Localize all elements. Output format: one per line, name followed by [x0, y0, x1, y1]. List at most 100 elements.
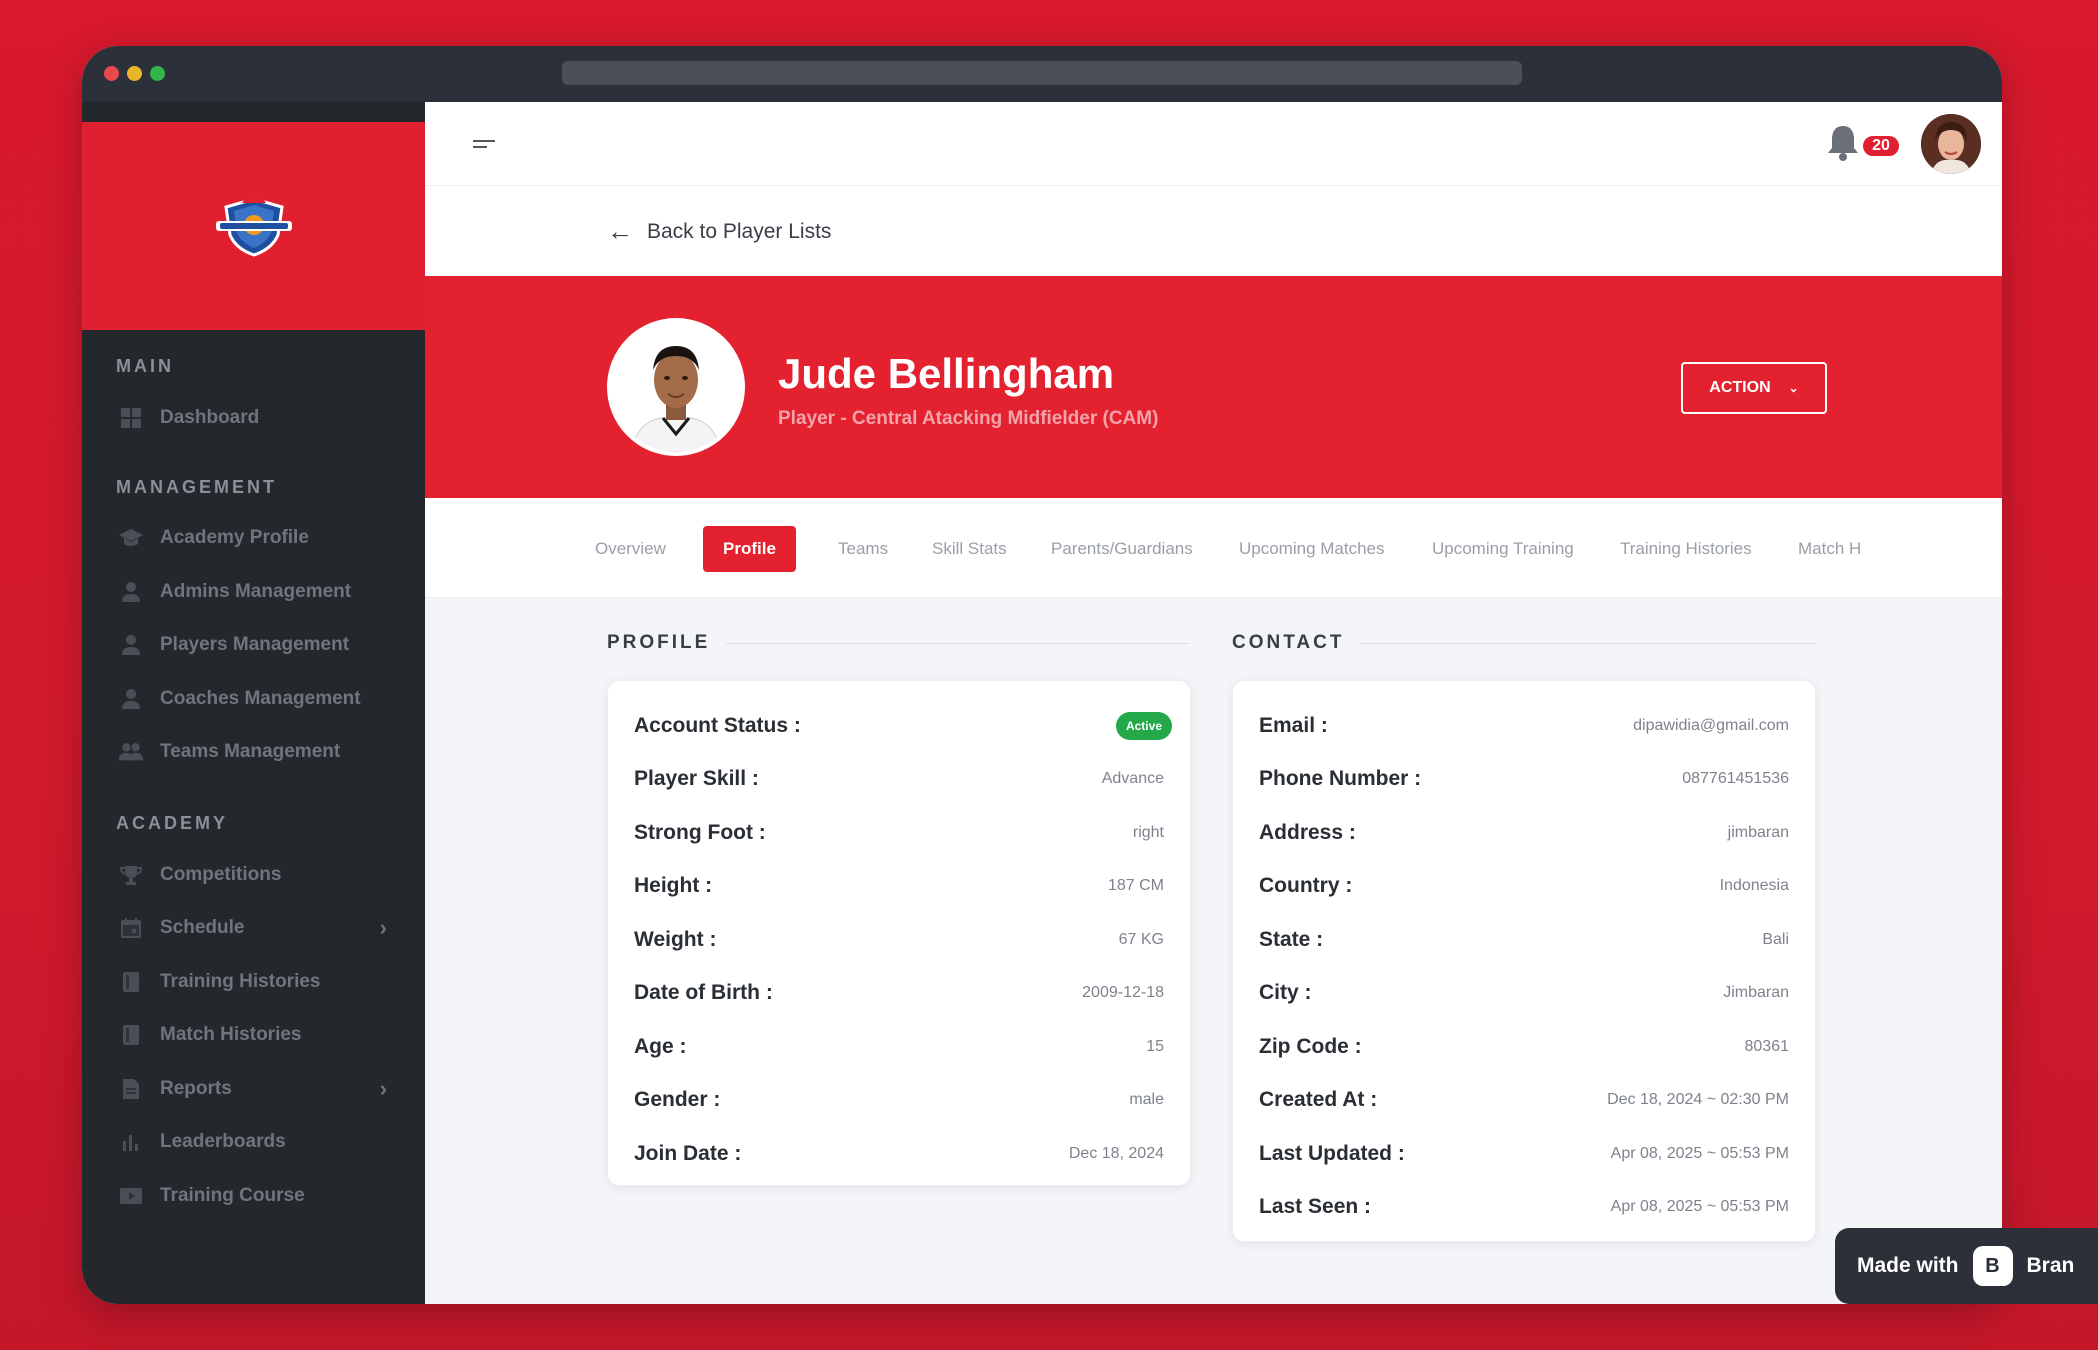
contact-title-text: CONTACT [1232, 632, 1345, 653]
made-with-label: Made with [1857, 1254, 1959, 1277]
nav-section-academy: ACADEMY [116, 813, 229, 833]
maximize-window-dot[interactable] [150, 66, 165, 81]
row-label: Email : [1259, 713, 1328, 737]
tab-match-histories[interactable]: Match H [1778, 526, 1884, 572]
row-value: male [1129, 1091, 1164, 1109]
row-label: Gender : [634, 1088, 721, 1112]
sidebar-item-reports[interactable]: Reports › [82, 1062, 425, 1116]
sidebar-item-teams-management[interactable]: Teams Management [82, 726, 425, 780]
contact-section-title: CONTACT [1232, 632, 1816, 654]
profile-row: Date of Birth : 2009-12-18 [634, 967, 1164, 1021]
sidebar-item-match-histories[interactable]: Match Histories [82, 1009, 425, 1063]
back-bar: ← Back to Player Lists [425, 186, 2002, 276]
tab-parents-guardians[interactable]: Parents/Guardians [1031, 526, 1213, 572]
player-name: Jude Bellingham [778, 350, 1115, 397]
brand-logo-icon: B [1972, 1246, 2013, 1286]
sidebar-item-leaderboards[interactable]: Leaderboards [82, 1116, 425, 1170]
user-icon [118, 632, 144, 658]
profile-row: Player Skill : Advance [634, 753, 1164, 807]
bell-icon [1828, 126, 1858, 161]
sidebar-item-coaches-management[interactable]: Coaches Management [82, 672, 425, 726]
tab-overview[interactable]: Overview [575, 526, 686, 572]
hamburger-menu-icon[interactable] [473, 140, 495, 150]
back-link-label: Back to Player Lists [647, 219, 832, 243]
sidebar-item-players-management[interactable]: Players Management [82, 619, 425, 673]
player-role: Player - Central Atacking Midfielder (CA… [778, 408, 1159, 429]
contact-row: Zip Code : 80361 [1259, 1020, 1789, 1074]
row-value: Jimbaran [1723, 984, 1789, 1002]
profile-tabs: Overview Profile Teams Skill Stats Paren… [425, 498, 2002, 598]
made-with-brand: Bran [2026, 1254, 2075, 1277]
contact-card: Email : dipawidia@gmail.com Phone Number… [1232, 680, 1816, 1242]
row-label: Age : [634, 1034, 687, 1058]
row-value: 087761451536 [1682, 770, 1789, 788]
academy-shield-logo [215, 197, 292, 257]
close-window-dot[interactable] [104, 66, 119, 81]
profile-row: Gender : male [634, 1074, 1164, 1128]
contact-row: Last Updated : Apr 08, 2025 ~ 05:53 PM [1259, 1127, 1789, 1181]
row-label: Height : [634, 874, 713, 898]
row-label: Weight : [634, 927, 717, 951]
sidebar-item-label: Match Histories [160, 1024, 302, 1046]
tab-upcoming-matches[interactable]: Upcoming Matches [1219, 526, 1405, 572]
browser-window: MAIN Dashboard MANAGEMENT Academy Profil… [82, 46, 2002, 1304]
back-to-player-lists-link[interactable]: ← Back to Player Lists [607, 216, 831, 247]
nav-section-management: MANAGEMENT [116, 476, 277, 497]
nav-section-main: MAIN [116, 356, 174, 376]
sidebar-item-competitions[interactable]: Competitions [82, 848, 425, 902]
minimize-window-dot[interactable] [127, 66, 142, 81]
profile-card: Account Status : Active Player Skill : A… [607, 680, 1191, 1186]
row-value: jimbaran [1727, 823, 1789, 841]
sidebar-item-label: Schedule [160, 917, 245, 939]
tab-skill-stats[interactable]: Skill Stats [912, 526, 1027, 572]
contact-row: City : Jimbaran [1259, 967, 1789, 1021]
sidebar-item-label: Leaderboards [160, 1131, 286, 1153]
sidebar-item-training-course[interactable]: Training Course [82, 1169, 425, 1223]
row-value: Advance [1101, 770, 1164, 788]
row-label: Address : [1259, 820, 1356, 844]
row-label: Country : [1259, 874, 1353, 898]
sidebar-item-label: Competitions [160, 863, 282, 885]
tab-training-histories[interactable]: Training Histories [1600, 526, 1772, 572]
notifications-button[interactable]: 20 [1825, 122, 1905, 166]
contact-row: State : Bali [1259, 913, 1789, 967]
sidebar-item-label: Teams Management [160, 741, 341, 763]
user-avatar[interactable] [1921, 114, 1981, 174]
profile-section-title: PROFILE [607, 632, 1189, 654]
profile-row: Height : 187 CM [634, 860, 1164, 914]
calendar-icon [118, 915, 144, 941]
action-dropdown-button[interactable]: ACTION ⌄ [1681, 362, 1827, 414]
row-value: 2009-12-18 [1082, 984, 1164, 1002]
row-label: State : [1259, 927, 1324, 951]
row-value: Bali [1762, 930, 1789, 948]
sidebar-item-dashboard[interactable]: Dashboard [82, 391, 425, 445]
status-badge: Active [1115, 711, 1172, 740]
tab-upcoming-training[interactable]: Upcoming Training [1412, 526, 1594, 572]
tab-profile[interactable]: Profile [703, 526, 796, 572]
row-value: Apr 08, 2025 ~ 05:53 PM [1610, 1198, 1789, 1216]
user-icon [118, 579, 144, 605]
row-label: Zip Code : [1259, 1034, 1362, 1058]
contact-row: Address : jimbaran [1259, 806, 1789, 860]
sidebar-item-admins-management[interactable]: Admins Management [82, 565, 425, 619]
row-label: Join Date : [634, 1141, 742, 1165]
made-with-badge[interactable]: Made with B Bran [1835, 1228, 2098, 1304]
profile-row: Strong Foot : right [634, 806, 1164, 860]
address-bar[interactable] [562, 61, 1522, 85]
notification-count-badge: 20 [1861, 134, 1901, 158]
profile-row: Join Date : Dec 18, 2024 [634, 1127, 1164, 1181]
sidebar-item-schedule[interactable]: Schedule › [82, 902, 425, 956]
row-value: dipawidia@gmail.com [1633, 716, 1789, 734]
user-icon [118, 686, 144, 712]
chevron-down-icon: ⌄ [1788, 381, 1799, 395]
tab-teams[interactable]: Teams [818, 526, 908, 572]
academy-logo-area[interactable] [82, 122, 425, 330]
row-value: Indonesia [1719, 877, 1789, 895]
sidebar-item-training-histories[interactable]: Training Histories [82, 955, 425, 1009]
sidebar-item-academy-profile[interactable]: Academy Profile [82, 512, 425, 566]
section-divider [1360, 642, 1816, 644]
contact-row: Created At : Dec 18, 2024 ~ 02:30 PM [1259, 1074, 1789, 1128]
profile-row: Weight : 67 KG [634, 913, 1164, 967]
row-value: right [1132, 823, 1164, 841]
contact-row: Last Seen : Apr 08, 2025 ~ 05:53 PM [1259, 1181, 1789, 1235]
